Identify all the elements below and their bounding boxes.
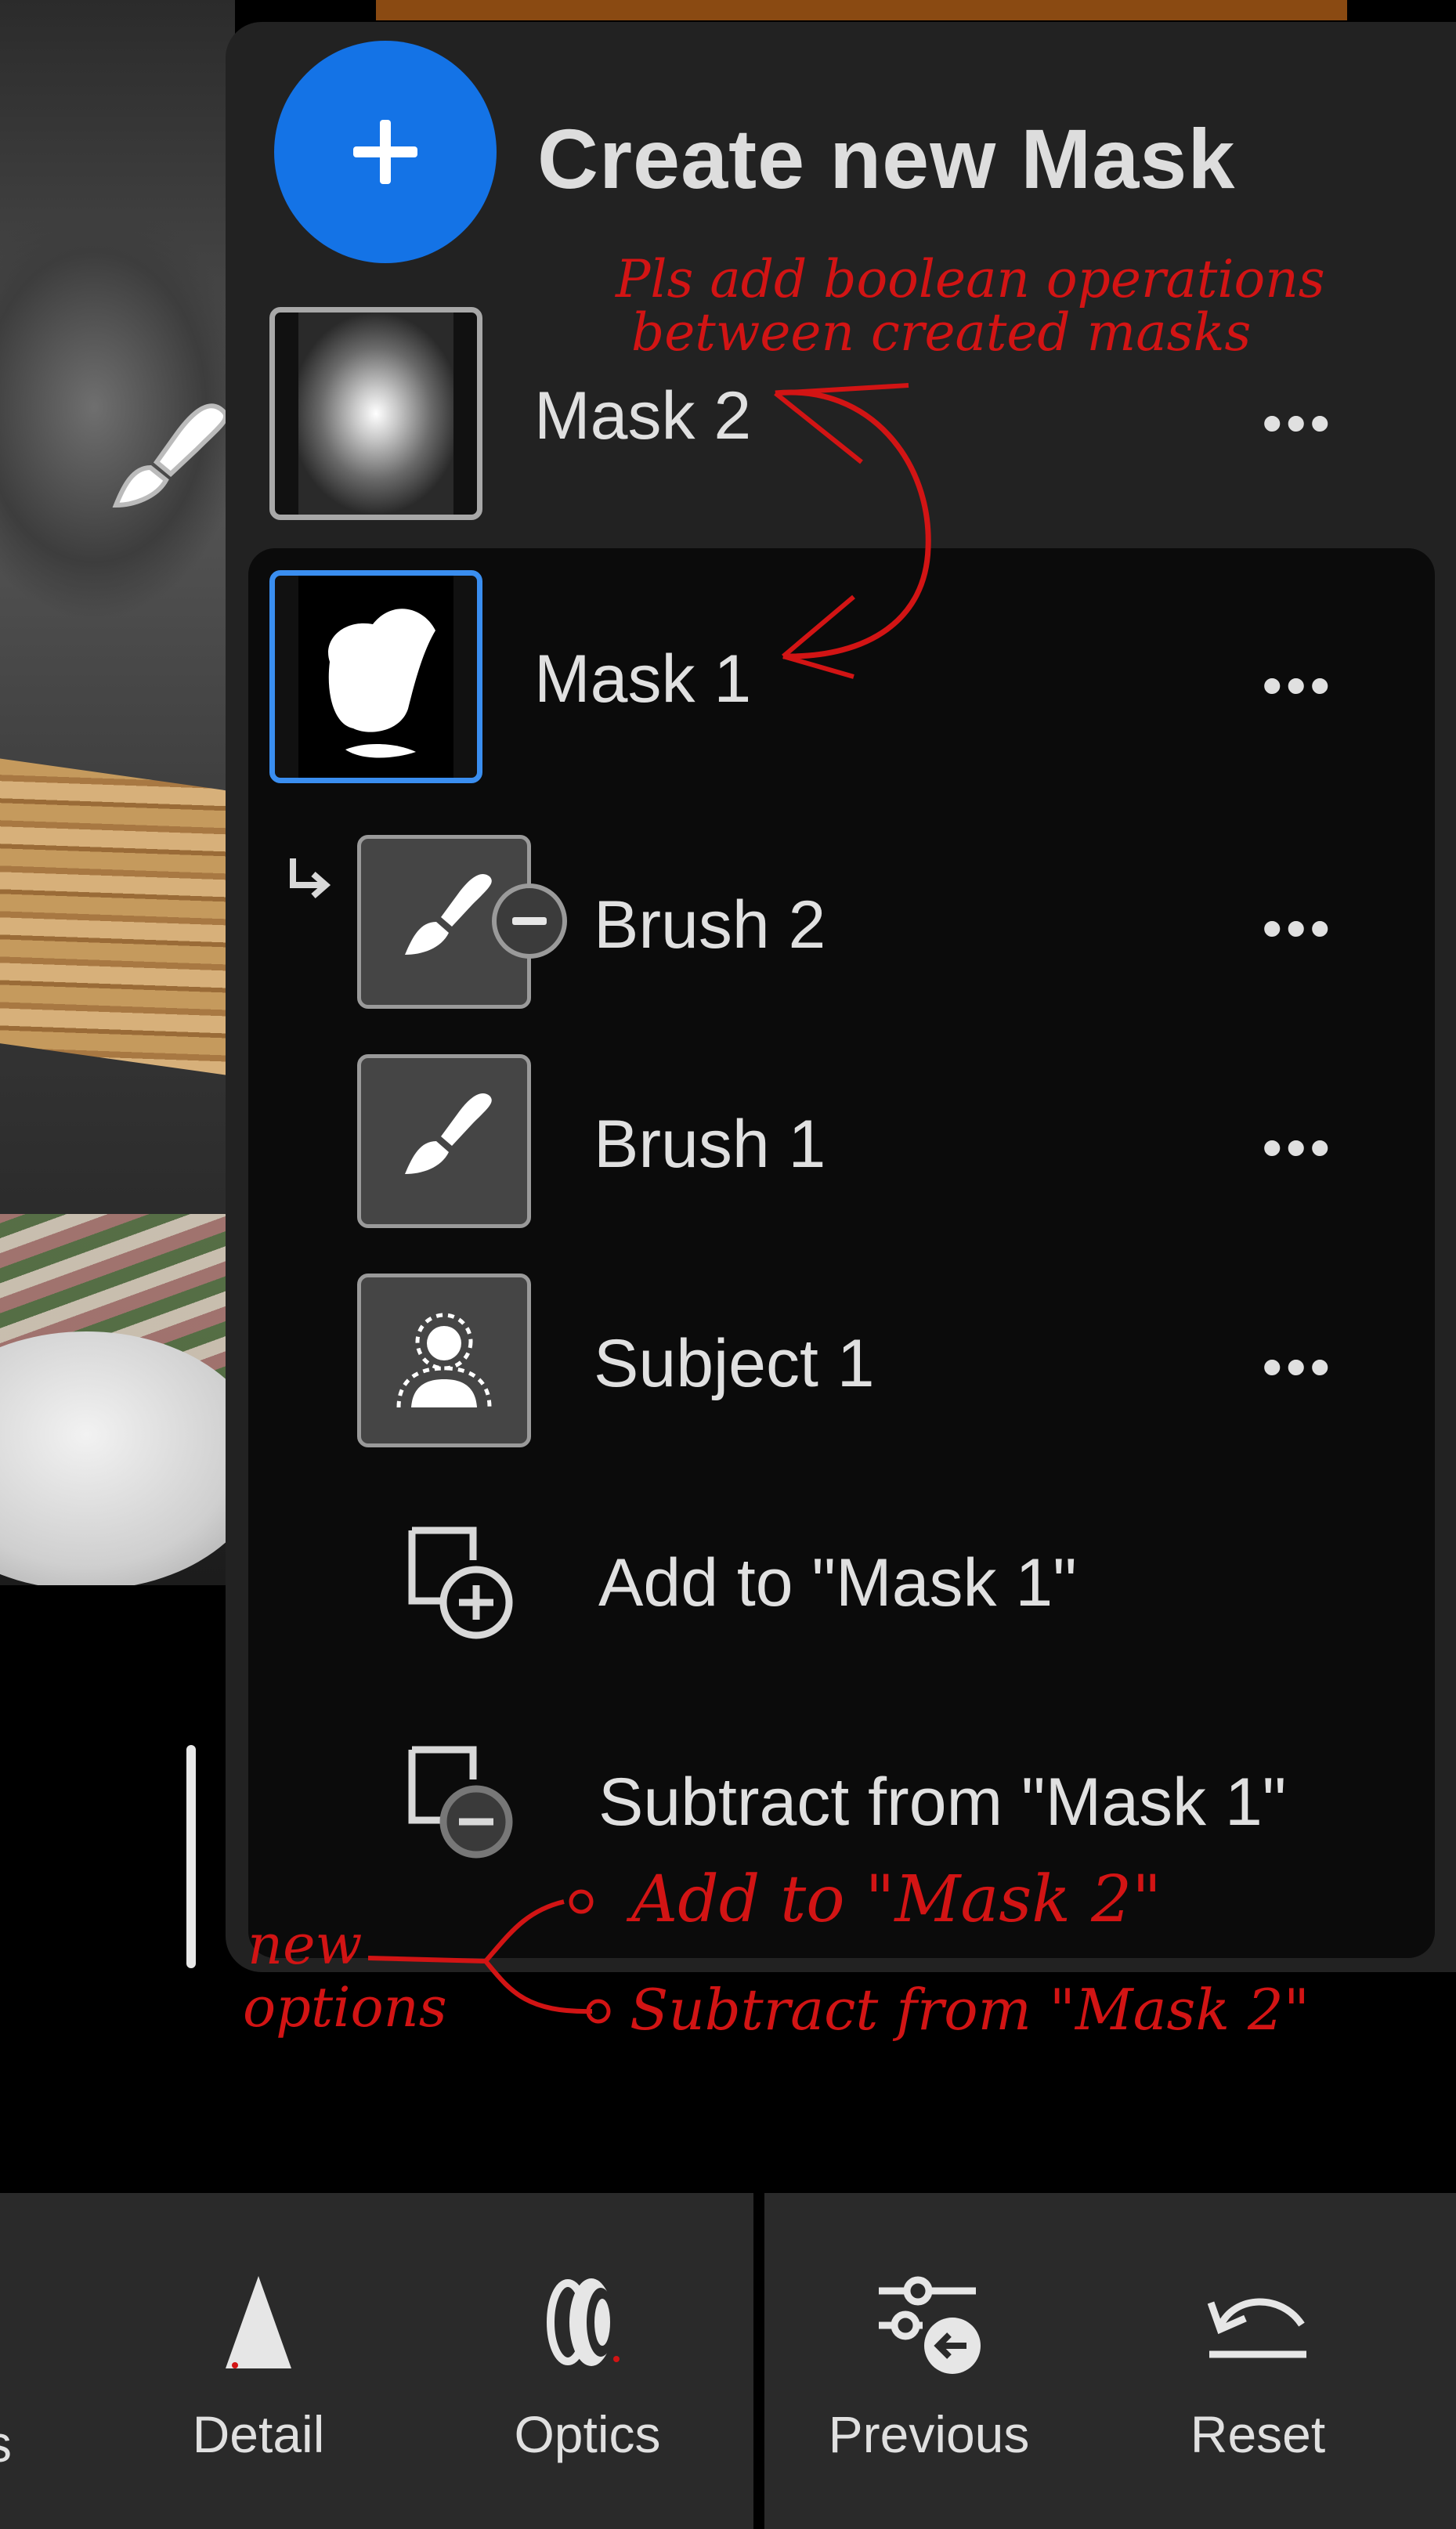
brush-2-more-button[interactable]: •••	[1263, 901, 1335, 956]
create-mask-title[interactable]: Create new Mask	[537, 110, 1235, 208]
previous-icon	[879, 2276, 981, 2374]
brush-cursor-icon	[112, 403, 229, 508]
mask-2-label[interactable]: Mask 2	[534, 378, 751, 455]
subject-1-more-button[interactable]: •••	[1263, 1339, 1335, 1394]
annotation-bracket	[368, 1889, 611, 2024]
subitem-arrow-icon	[290, 858, 331, 899]
mask-1-more-button[interactable]: •••	[1263, 658, 1335, 713]
mask-2-thumbnail[interactable]	[269, 307, 482, 520]
subject-icon	[396, 1313, 492, 1408]
brush-1-label[interactable]: Brush 1	[594, 1106, 826, 1183]
toolbar-detail-button[interactable]: Detail	[157, 2193, 360, 2529]
annotation-new-option-2: Subtract from "Mask 2"	[630, 1977, 1310, 2043]
subtract-badge-icon	[492, 883, 567, 959]
plus-icon	[353, 120, 417, 184]
photo-canvas[interactable]	[0, 0, 235, 1585]
brush-icon	[405, 873, 492, 955]
toolbar-previous-button[interactable]: Previous	[811, 2193, 1046, 2529]
toolbar-optics-label: Optics	[514, 2405, 661, 2463]
subtract-from-mask-icon[interactable]	[404, 1743, 522, 1861]
photo-wood	[0, 757, 235, 1076]
subject-1-label[interactable]: Subject 1	[594, 1325, 875, 1403]
brush-2-label[interactable]: Brush 2	[594, 887, 826, 964]
add-to-mask-1-action[interactable]: Add to "Mask 1"	[598, 1544, 1077, 1622]
optics-icon	[547, 2278, 620, 2366]
annotation-new-label: new	[247, 1913, 363, 1977]
annotation-request-line2: between created masks	[631, 302, 1252, 363]
annotation-new-option-1: Add to "Mask 2"	[631, 1862, 1162, 1937]
annotation-arrow	[774, 383, 931, 679]
toolbar-divider	[753, 2193, 764, 2529]
toolbar-reset-button[interactable]: Reset	[1156, 2193, 1360, 2529]
reset-icon	[1207, 2298, 1306, 2358]
scrollbar[interactable]	[186, 1745, 196, 1968]
add-to-mask-icon[interactable]	[404, 1524, 522, 1642]
toolbar-optics-button[interactable]: Optics	[486, 2193, 689, 2529]
brush-1-thumbnail[interactable]	[357, 1054, 531, 1228]
subtract-from-mask-1-action[interactable]: Subtract from "Mask 1"	[598, 1764, 1286, 1841]
toolbar-reset-label: Reset	[1190, 2405, 1326, 2463]
create-mask-button[interactable]	[274, 41, 497, 263]
toolbar-partial-label[interactable]: s	[0, 2414, 12, 2473]
brush-1-more-button[interactable]: •••	[1263, 1120, 1335, 1175]
detail-icon	[226, 2276, 291, 2368]
mask-1-thumbnail[interactable]	[269, 570, 482, 783]
toolbar-previous-label: Previous	[828, 2405, 1030, 2463]
mask-2-more-button[interactable]: •••	[1263, 396, 1335, 450]
toolbar-detail-label: Detail	[192, 2405, 325, 2463]
annotation-request-line1: Pls add boolean operations	[616, 249, 1325, 309]
brush-icon	[405, 1093, 492, 1174]
mask-1-shape	[328, 609, 435, 758]
photo-edge	[376, 0, 1347, 20]
photo-plate	[0, 1331, 235, 1585]
mask-1-label[interactable]: Mask 1	[534, 641, 751, 718]
subject-1-thumbnail[interactable]	[357, 1274, 531, 1447]
